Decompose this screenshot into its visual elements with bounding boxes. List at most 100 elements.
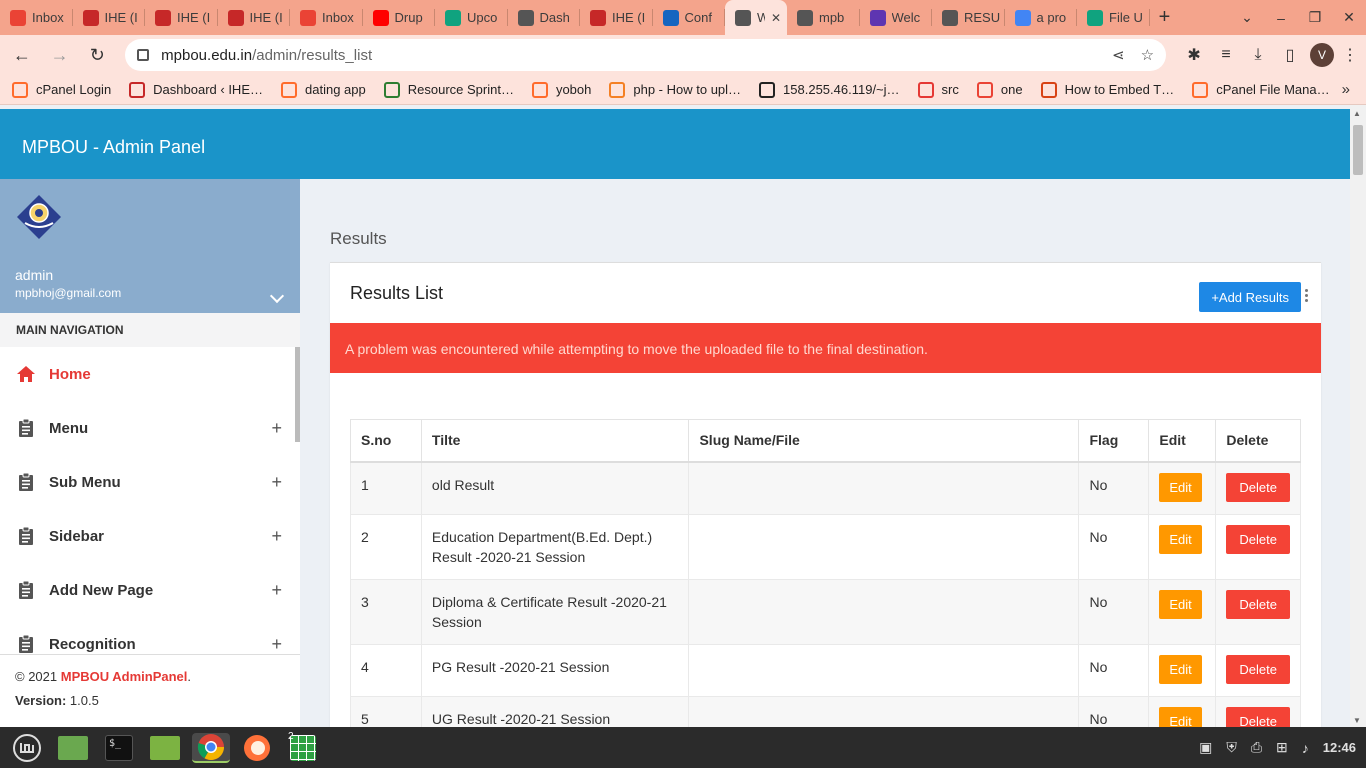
copyright-text: © 2021 (15, 669, 58, 684)
folder-icon[interactable] (146, 733, 184, 763)
browser-tab[interactable]: File U (1077, 0, 1150, 35)
bookmark-star-icon[interactable]: ☆ (1141, 46, 1154, 64)
new-tab-button[interactable]: + (1150, 0, 1180, 35)
bookmark-item[interactable]: cPanel Login (12, 81, 111, 98)
edit-button[interactable]: Edit (1159, 706, 1202, 727)
expand-plus-icon[interactable]: + (271, 472, 282, 493)
minimize-button[interactable]: – (1264, 10, 1298, 26)
clipboard-tray-icon[interactable]: ▣ (1199, 739, 1212, 756)
clock[interactable]: 12:46 (1323, 740, 1356, 755)
browser-tab[interactable]: Welc (860, 0, 933, 35)
expand-plus-icon[interactable]: + (271, 580, 282, 601)
delete-button[interactable]: Delete (1226, 706, 1290, 727)
browser-tab[interactable]: mpb (787, 0, 860, 35)
browser-tab[interactable]: RESU (932, 0, 1005, 35)
restore-button[interactable]: ❐ (1298, 9, 1332, 26)
reload-button[interactable]: ↻ (81, 39, 113, 71)
sidebar-item-label: Sidebar (49, 527, 105, 545)
browser-tab[interactable]: Inbox (290, 0, 363, 35)
page-scrollbar[interactable]: ▲ ▼ (1350, 105, 1366, 727)
sidebar-item-sidebar[interactable]: Sidebar + (0, 509, 300, 563)
chrome-icon[interactable] (192, 732, 230, 763)
spreadsheet-icon[interactable]: 2 (284, 731, 322, 763)
edit-button[interactable]: Edit (1159, 524, 1202, 554)
expand-plus-icon[interactable]: + (271, 634, 282, 655)
more-bookmarks-icon[interactable]: » (1342, 81, 1350, 98)
table-row: 3 Diploma & Certificate Result -2020-21 S… (350, 578, 1301, 645)
admin-brand[interactable]: MPBOU - Admin Panel (22, 137, 205, 158)
expand-plus-icon[interactable]: + (271, 418, 282, 439)
profile-avatar[interactable]: V (1310, 43, 1335, 67)
site-info-icon[interactable] (137, 49, 150, 61)
sidebar-item-menu[interactable]: Menu + (0, 401, 300, 455)
address-bar[interactable]: mpbou.edu.in/admin/results_list ⋖ ☆ (125, 39, 1167, 71)
browser-tab[interactable]: Upco (435, 0, 508, 35)
user-email: mpbhoj@gmail.com (15, 286, 122, 300)
firefox-icon[interactable] (238, 733, 276, 763)
browser-tab[interactable]: W ✕ (725, 0, 787, 35)
browser-tab[interactable]: IHE (I (580, 0, 653, 35)
network-tray-icon[interactable]: ⊞ (1276, 739, 1288, 756)
side-panel-icon[interactable]: ▯ (1274, 45, 1306, 65)
tab-search-icon[interactable]: ⌄ (1230, 9, 1264, 26)
add-results-button[interactable]: +Add Results (1199, 282, 1301, 312)
volume-tray-icon[interactable]: ♪ (1302, 740, 1309, 756)
reading-list-icon[interactable]: ≡ (1210, 46, 1242, 64)
browser-tab[interactable]: Conf (653, 0, 726, 35)
delete-button[interactable]: Delete (1226, 524, 1290, 554)
browser-tab[interactable]: Drup (363, 0, 436, 35)
expand-plus-icon[interactable]: + (271, 526, 282, 547)
close-window-button[interactable]: ✕ (1332, 9, 1366, 26)
browser-tab[interactable]: Inbox (0, 0, 73, 35)
bookmark-item[interactable]: Dashboard ‹ IHE… (129, 81, 263, 98)
footer-brand-link[interactable]: MPBOU AdminPanel (61, 669, 188, 684)
ihe-icon (82, 9, 99, 26)
browser-tab[interactable]: IHE (I (73, 0, 146, 35)
terminal-icon[interactable]: $_ (100, 733, 138, 763)
delete-button[interactable]: Delete (1226, 472, 1290, 502)
edit-button[interactable]: Edit (1159, 472, 1202, 502)
download-icon[interactable]: ⤓ (1242, 46, 1274, 64)
browser-menu-icon[interactable]: ⋮ (1334, 45, 1366, 65)
sidebar-item-home[interactable]: Home (0, 347, 300, 401)
sidebar-item-recognition[interactable]: Recognition + (0, 617, 300, 655)
sidebar-scrollbar[interactable] (295, 347, 300, 442)
bookmarks-bar: cPanel Login Dashboard ‹ IHE… dating app Re… (0, 75, 1366, 105)
shield-tray-icon[interactable]: ⛨ (1226, 739, 1237, 756)
back-button[interactable]: ← (6, 39, 38, 71)
card-menu-icon[interactable] (1305, 289, 1309, 302)
delete-button[interactable]: Delete (1226, 589, 1290, 619)
chevron-down-icon[interactable] (269, 288, 285, 304)
bookmark-item[interactable]: How to Embed T… (1040, 81, 1174, 98)
edit-button[interactable]: Edit (1159, 589, 1202, 619)
delete-button[interactable]: Delete (1226, 654, 1290, 684)
close-tab-icon[interactable]: ✕ (765, 11, 787, 25)
scroll-down-icon[interactable]: ▼ (1353, 716, 1361, 725)
bookmark-item[interactable]: dating app (281, 81, 366, 98)
extensions-icon[interactable]: ✱ (1178, 45, 1210, 65)
files-icon[interactable] (54, 733, 92, 763)
cell-flag: No (1078, 513, 1150, 580)
browser-tab[interactable]: IHE (I (218, 0, 291, 35)
browser-tab[interactable]: Dash (508, 0, 581, 35)
bookmark-item[interactable]: src (917, 81, 959, 98)
browser-tab[interactable]: a pro (1005, 0, 1078, 35)
bookmark-item[interactable]: 158.255.46.119/~j… (759, 81, 900, 98)
scroll-up-icon[interactable]: ▲ (1353, 109, 1361, 118)
bookmark-label: one (1000, 82, 1023, 97)
mint-menu-icon[interactable] (8, 733, 46, 763)
edit-button[interactable]: Edit (1159, 654, 1202, 684)
printer-tray-icon[interactable]: ⎙ (1251, 739, 1262, 756)
share-icon[interactable]: ⋖ (1112, 46, 1125, 64)
scrollbar-thumb[interactable] (1353, 125, 1363, 175)
forward-button[interactable]: → (44, 39, 76, 71)
bookmark-item[interactable]: one (976, 81, 1023, 98)
bookmark-item[interactable]: php - How to upl… (609, 81, 741, 98)
bookmark-item[interactable]: Resource Sprint… (383, 81, 514, 98)
sidebar-item-sub-menu[interactable]: Sub Menu + (0, 455, 300, 509)
bookmark-item[interactable]: cPanel File Mana… (1192, 81, 1330, 98)
bookmark-item[interactable]: yoboh (531, 81, 591, 98)
tab-title: File U (1109, 10, 1143, 25)
browser-tab[interactable]: IHE (I (145, 0, 218, 35)
sidebar-item-add-new-page[interactable]: Add New Page + (0, 563, 300, 617)
